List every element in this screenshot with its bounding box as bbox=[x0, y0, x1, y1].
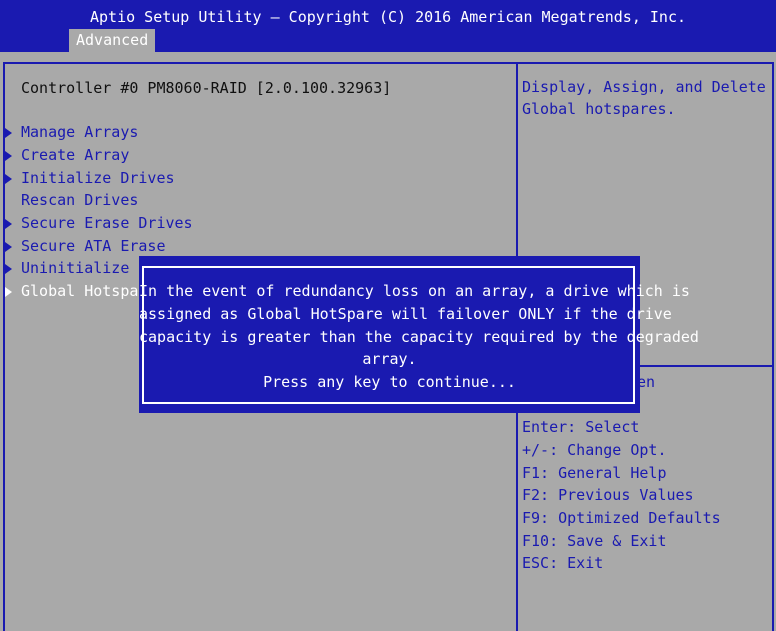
submenu-arrow-icon bbox=[5, 128, 12, 138]
help-description: Global hotspares. bbox=[522, 100, 676, 118]
title-bar: Aptio Setup Utility – Copyright (C) 2016… bbox=[0, 0, 776, 52]
menu-item-secure-erase-drives[interactable]: Secure Erase Drives bbox=[5, 212, 193, 234]
tab-advanced[interactable]: Advanced bbox=[69, 29, 156, 52]
dialog-message-line: In the event of redundancy loss on an ar… bbox=[139, 282, 690, 300]
key-help-f9: F9: Optimized Defaults bbox=[522, 509, 721, 527]
key-help-enter: Enter: Select bbox=[522, 418, 640, 436]
menu-item-global-hotspare[interactable]: Global Hotspare bbox=[5, 280, 156, 302]
submenu-arrow-icon bbox=[5, 151, 12, 161]
submenu-arrow-icon bbox=[5, 287, 12, 297]
menu-item-initialize-drives[interactable]: Initialize Drives bbox=[5, 167, 175, 189]
dialog-message-line: capacity is greater than the capacity re… bbox=[139, 328, 699, 346]
key-help-change: +/-: Change Opt. bbox=[522, 441, 667, 459]
submenu-arrow-icon bbox=[5, 264, 12, 274]
controller-label: Controller #0 PM8060-RAID [2.0.100.32963… bbox=[21, 79, 392, 97]
key-help-esc: ESC: Exit bbox=[522, 554, 604, 572]
menu-item-manage-arrays[interactable]: Manage Arrays bbox=[5, 121, 138, 143]
menu-item-label: Global Hotspare bbox=[21, 282, 157, 300]
app-title: Aptio Setup Utility – Copyright (C) 2016… bbox=[89, 8, 687, 26]
menu-item-label: Rescan Drives bbox=[21, 191, 139, 209]
menu-item-label: Secure ATA Erase bbox=[21, 237, 166, 255]
menu-item-rescan-drives[interactable]: Rescan Drives bbox=[5, 189, 138, 211]
dialog-message-line: assigned as Global HotSpare will failove… bbox=[139, 305, 672, 323]
help-description: Display, Assign, and Delete bbox=[522, 78, 766, 96]
menu-item-secure-ata-erase[interactable]: Secure ATA Erase bbox=[5, 235, 166, 257]
menu-item-label: Secure Erase Drives bbox=[21, 214, 193, 232]
submenu-arrow-icon bbox=[5, 174, 12, 184]
key-help-f1: F1: General Help bbox=[522, 464, 667, 482]
dialog-prompt: Press any key to continue... bbox=[263, 373, 516, 391]
message-dialog[interactable]: In the event of redundancy loss on an ar… bbox=[139, 256, 699, 413]
menu-item-create-array[interactable]: Create Array bbox=[5, 144, 129, 166]
key-help-f2: F2: Previous Values bbox=[522, 486, 694, 504]
menu-item-label: Create Array bbox=[21, 146, 130, 164]
submenu-arrow-icon bbox=[5, 242, 12, 252]
submenu-arrow-icon bbox=[5, 219, 12, 229]
key-help-f10: F10: Save & Exit bbox=[522, 532, 667, 550]
dialog-message-line: array. bbox=[362, 350, 417, 368]
menu-item-label: Manage Arrays bbox=[21, 123, 139, 141]
menu-item-label: Initialize Drives bbox=[21, 169, 175, 187]
menu-item-uninitialize-drives[interactable]: Uninitialize Dr bbox=[5, 257, 156, 279]
menu-item-label: Uninitialize Dr bbox=[21, 259, 157, 277]
